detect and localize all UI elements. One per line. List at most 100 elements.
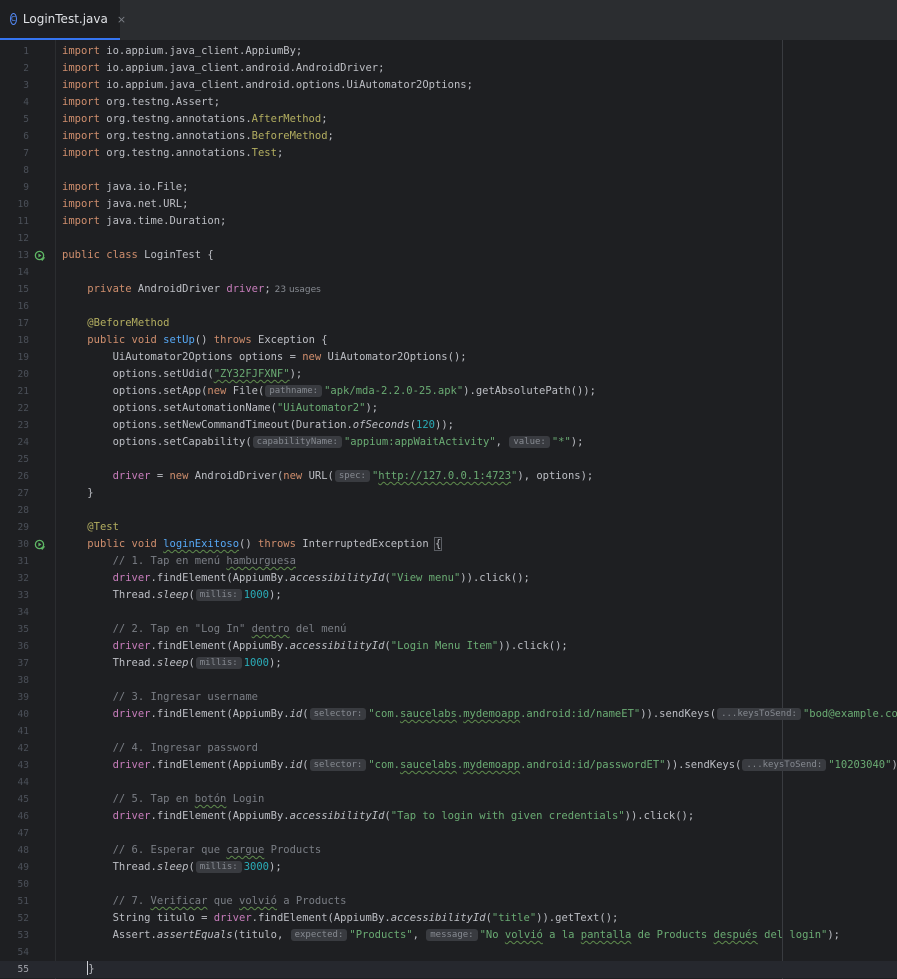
code-line[interactable]: 40 driver.findElement(AppiumBy.id(select… (0, 706, 897, 723)
code-line[interactable]: 1 import io.appium.java_client.AppiumBy; (0, 43, 897, 60)
code-line[interactable]: 27 } (0, 485, 897, 502)
code-line[interactable]: 39 // 3. Ingresar username (0, 689, 897, 706)
code-token: UiAutomator2Options(); (321, 351, 467, 363)
line-number: 48 (17, 845, 29, 856)
code-token: saucelabs (399, 759, 457, 771)
code-line[interactable]: 5 import org.testng.annotations.AfterMeth… (0, 111, 897, 128)
code-token: "bod@example.com" (802, 708, 897, 720)
code-line[interactable]: 20 options.setUdid("ZY32FJFXNF"); (0, 366, 897, 383)
code-token: public void (87, 334, 157, 346)
code-line[interactable]: 45 // 5. Tap en botón Login (0, 791, 897, 808)
code-line[interactable]: 12 (0, 230, 897, 247)
line-number: 28 (17, 505, 29, 516)
code-text: import io.appium.java_client.AppiumBy; (62, 43, 302, 60)
line-number: 19 (17, 352, 29, 363)
code-token: throws (258, 538, 296, 550)
code-line[interactable]: 25 (0, 451, 897, 468)
line-number: 7 (23, 148, 29, 159)
code-line[interactable]: 19 UiAutomator2Options options = new UiA… (0, 349, 897, 366)
code-line[interactable]: 33 Thread.sleep(millis: 1000); (0, 587, 897, 604)
code-line[interactable]: 37 Thread.sleep(millis: 1000); (0, 655, 897, 672)
code-line[interactable]: 7 import org.testng.annotations.Test; (0, 145, 897, 162)
code-line[interactable]: 14 (0, 264, 897, 281)
code-line[interactable]: 8 (0, 162, 897, 179)
code-line[interactable]: 44 (0, 774, 897, 791)
code-line[interactable]: 51 // 7. Verificar que volvió a Products (0, 893, 897, 910)
code-token: driver (112, 572, 151, 584)
code-line[interactable]: 28 (0, 502, 897, 519)
code-token: Thread. (62, 861, 157, 873)
line-number: 44 (17, 777, 29, 788)
code-token: @BeforeMethod (87, 317, 170, 329)
code-line[interactable]: 48 // 6. Esperar que cargue Products (0, 842, 897, 859)
code-line[interactable]: 41 (0, 723, 897, 740)
code-line[interactable]: 47 (0, 825, 897, 842)
code-editor[interactable]: 1 import io.appium.java_client.AppiumBy; 2… (0, 40, 897, 979)
code-line[interactable]: 55 } (0, 961, 897, 978)
code-line[interactable]: 35 // 2. Tap en "Log In" dentro del menú (0, 621, 897, 638)
code-line[interactable]: 16 (0, 298, 897, 315)
code-line[interactable]: 32 driver.findElement(AppiumBy.accessibi… (0, 570, 897, 587)
code-line[interactable]: 50 (0, 876, 897, 893)
code-token: new (169, 470, 189, 482)
parameter-hint: capabilityName: (252, 436, 342, 448)
code-line[interactable]: 2 import io.appium.java_client.android.An… (0, 60, 897, 77)
code-line[interactable]: 42 // 4. Ingresar password (0, 740, 897, 757)
tab-logintest-java[interactable]: C LoginTest.java × (0, 0, 126, 40)
code-line[interactable]: 24 options.setCapability(capabilityName:… (0, 434, 897, 451)
run-test-icon[interactable] (34, 250, 45, 261)
code-line[interactable]: 43 driver.findElement(AppiumBy.id(select… (0, 757, 897, 774)
run-test-icon[interactable] (34, 539, 45, 550)
line-number: 22 (17, 403, 29, 414)
code-line[interactable]: 10 import java.net.URL; (0, 196, 897, 213)
code-token: ); (269, 589, 282, 601)
code-line[interactable]: 52 String titulo = driver.findElement(Ap… (0, 910, 897, 927)
parameter-hint: message: (426, 929, 478, 941)
code-line[interactable]: 18 public void setUp() throws Exception … (0, 332, 897, 349)
code-text: driver.findElement(AppiumBy.id(selector:… (62, 757, 897, 774)
code-line[interactable]: 31 // 1. Tap en menú hamburguesa (0, 553, 897, 570)
code-text: driver.findElement(AppiumBy.accessibilit… (62, 570, 530, 587)
code-token: ( (302, 708, 309, 720)
code-line[interactable]: 23 options.setNewCommandTimeout(Duration… (0, 417, 897, 434)
code-line[interactable]: 11 import java.time.Duration; (0, 213, 897, 230)
code-line[interactable]: 6 import org.testng.annotations.BeforeMet… (0, 128, 897, 145)
close-icon[interactable]: × (117, 13, 126, 26)
code-token: AndroidDriver( (188, 470, 284, 482)
usages-hint[interactable]: 23 usages (275, 285, 321, 295)
code-line[interactable]: 17 @BeforeMethod (0, 315, 897, 332)
code-text: driver.findElement(AppiumBy.id(selector:… (62, 706, 897, 723)
code-line[interactable]: 36 driver.findElement(AppiumBy.accessibi… (0, 638, 897, 655)
code-line[interactable]: 4 import org.testng.Assert; (0, 94, 897, 111)
line-number: 40 (17, 709, 29, 720)
line-number: 6 (23, 131, 29, 142)
line-number: 55 (17, 964, 29, 975)
code-line[interactable]: 54 (0, 944, 897, 961)
code-token: accessibilityId (390, 912, 486, 924)
code-line[interactable]: 46 driver.findElement(AppiumBy.accessibi… (0, 808, 897, 825)
code-line[interactable]: 38 (0, 672, 897, 689)
code-line[interactable]: 13 public class LoginTest { (0, 247, 897, 264)
code-line[interactable]: 34 (0, 604, 897, 621)
code-line[interactable]: 15 private AndroidDriver driver; 23 usage… (0, 281, 897, 298)
code-line[interactable]: 9 import java.io.File; (0, 179, 897, 196)
code-line[interactable]: 3 import io.appium.java_client.android.op… (0, 77, 897, 94)
line-number: 14 (17, 267, 29, 278)
line-number: 33 (17, 590, 29, 601)
code-token: ( (188, 657, 195, 669)
code-line[interactable]: 26 driver = new AndroidDriver(new URL(sp… (0, 468, 897, 485)
code-token: ); (269, 657, 282, 669)
code-line[interactable]: 22 options.setAutomationName("UiAutomato… (0, 400, 897, 417)
code-token: org.testng.annotations. (99, 113, 252, 125)
line-number: 12 (17, 233, 29, 244)
code-line[interactable]: 29 @Test (0, 519, 897, 536)
code-token: .findElement(AppiumBy. (150, 640, 290, 652)
code-line[interactable]: 30 public void loginExitoso() throws Int… (0, 536, 897, 553)
code-line[interactable]: 53 Assert.assertEquals(titulo, expected:… (0, 927, 897, 944)
code-line[interactable]: 21 options.setApp(new File(pathname: "apk… (0, 383, 897, 400)
code-token: driver (112, 708, 151, 720)
editor-tab-bar: C LoginTest.java × (0, 0, 897, 41)
code-line[interactable]: 49 Thread.sleep(millis: 3000); (0, 859, 897, 876)
